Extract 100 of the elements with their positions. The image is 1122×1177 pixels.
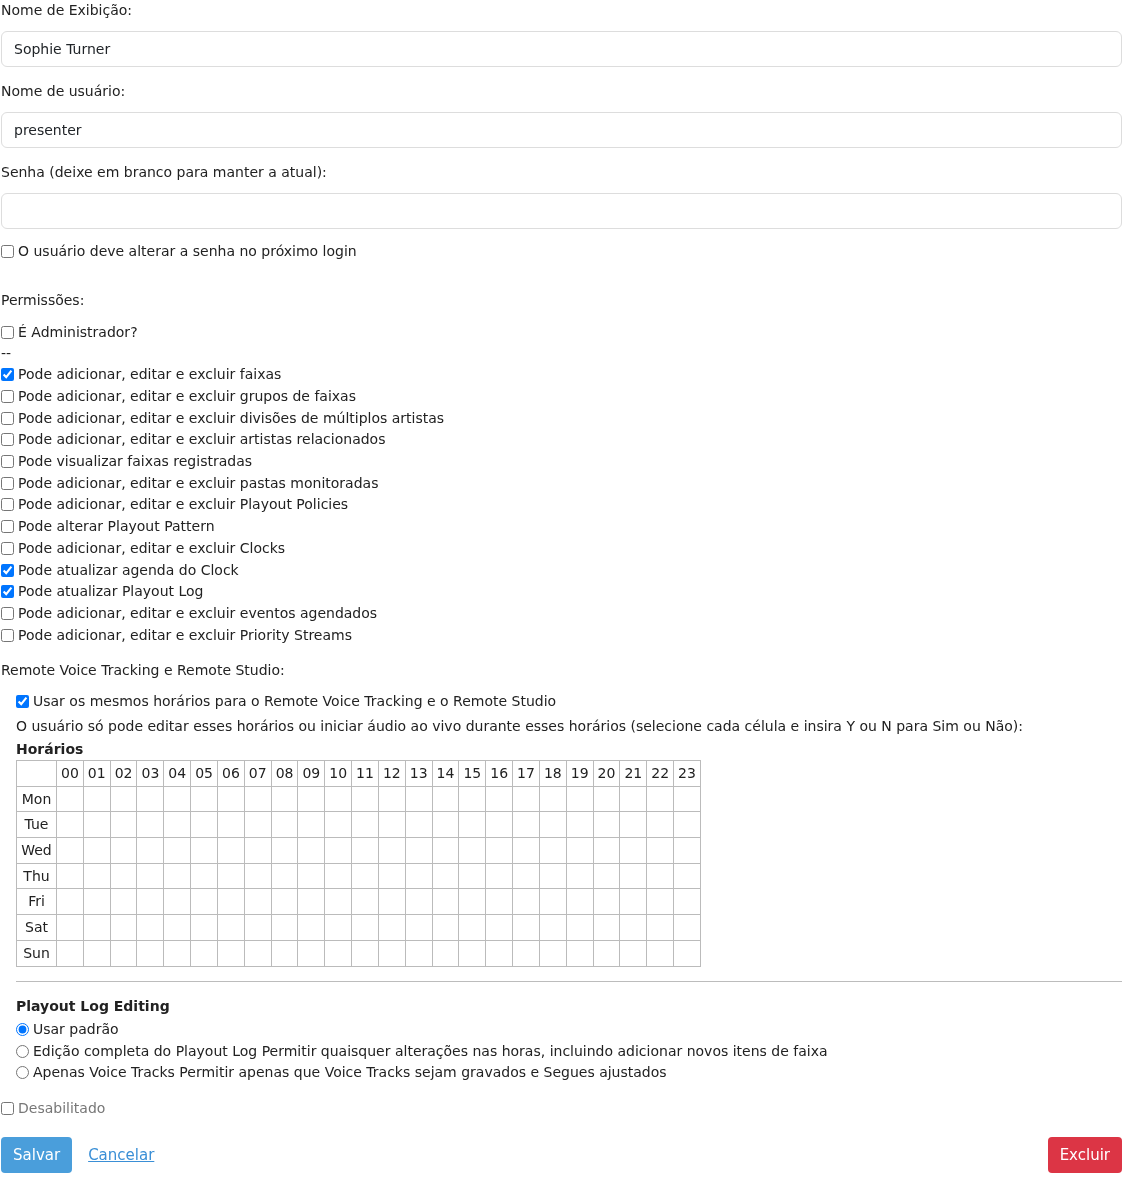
schedule-cell[interactable] [217, 837, 245, 864]
schedule-cell[interactable] [297, 863, 325, 889]
schedule-cell[interactable] [83, 940, 111, 966]
checkbox[interactable] [1, 606, 14, 620]
schedule-cell[interactable] [593, 786, 620, 812]
schedule-cell[interactable] [593, 863, 620, 889]
checkbox[interactable] [1, 390, 14, 404]
schedule-cell[interactable] [271, 940, 298, 966]
schedule-cell[interactable] [137, 940, 164, 966]
schedule-cell[interactable] [458, 940, 486, 966]
schedule-cell[interactable] [673, 786, 701, 812]
schedule-cell[interactable] [351, 786, 379, 812]
schedule-cell[interactable] [271, 837, 298, 864]
checkbox[interactable] [1, 326, 14, 339]
schedule-cell[interactable] [110, 888, 137, 915]
schedule-cell[interactable] [512, 863, 540, 889]
schedule-cell[interactable] [163, 786, 191, 812]
schedule-cell[interactable] [432, 811, 459, 838]
schedule-cell[interactable] [485, 811, 513, 838]
schedule-cell[interactable] [619, 786, 647, 812]
checkbox[interactable] [1, 368, 14, 382]
cancel-link[interactable]: Cancelar [88, 1143, 155, 1167]
schedule-cell[interactable] [405, 914, 433, 941]
schedule-cell[interactable] [378, 940, 406, 966]
schedule-cell[interactable] [110, 786, 137, 812]
schedule-cell[interactable] [244, 786, 272, 812]
schedule-cell[interactable] [673, 914, 701, 941]
schedule-cell[interactable] [271, 914, 298, 941]
schedule-cell[interactable] [271, 888, 298, 915]
schedule-cell[interactable] [163, 888, 191, 915]
schedule-cell[interactable] [271, 863, 298, 889]
schedule-cell[interactable] [297, 811, 325, 838]
schedule-cell[interactable] [378, 888, 406, 915]
delete-button[interactable]: Excluir [1047, 1136, 1122, 1174]
checkbox[interactable] [1, 498, 14, 512]
schedule-cell[interactable] [324, 811, 352, 838]
schedule-cell[interactable] [163, 811, 191, 838]
schedule-cell[interactable] [217, 940, 245, 966]
schedule-cell[interactable] [137, 863, 164, 889]
schedule-cell[interactable] [217, 914, 245, 941]
schedule-cell[interactable] [432, 786, 459, 812]
schedule-cell[interactable] [593, 837, 620, 864]
schedule-cell[interactable] [324, 914, 352, 941]
schedule-cell[interactable] [673, 888, 701, 915]
schedule-cell[interactable] [646, 888, 674, 915]
schedule-cell[interactable] [432, 837, 459, 864]
schedule-cell[interactable] [566, 863, 594, 889]
schedule-cell[interactable] [566, 888, 594, 915]
schedule-cell[interactable] [512, 811, 540, 838]
schedule-cell[interactable] [110, 837, 137, 864]
schedule-cell[interactable] [163, 837, 191, 864]
schedule-cell[interactable] [351, 914, 379, 941]
input-field[interactable]: presenter [1, 112, 1122, 148]
schedule-cell[interactable] [217, 786, 245, 812]
schedule-cell[interactable] [432, 914, 459, 941]
schedule-cell[interactable] [378, 811, 406, 838]
schedule-cell[interactable] [566, 837, 594, 864]
schedule-cell[interactable] [485, 914, 513, 941]
schedule-cell[interactable] [217, 863, 245, 889]
schedule-cell[interactable] [324, 940, 352, 966]
schedule-cell[interactable] [458, 837, 486, 864]
schedule-cell[interactable] [190, 914, 218, 941]
schedule-cell[interactable] [163, 940, 191, 966]
schedule-cell[interactable] [539, 863, 567, 889]
schedule-cell[interactable] [110, 863, 137, 889]
schedule-cell[interactable] [83, 811, 111, 838]
schedule-cell[interactable] [512, 786, 540, 812]
schedule-cell[interactable] [458, 811, 486, 838]
schedule-cell[interactable] [673, 940, 701, 966]
schedule-cell[interactable] [56, 786, 84, 812]
schedule-cell[interactable] [539, 837, 567, 864]
schedule-cell[interactable] [244, 888, 272, 915]
schedule-cell[interactable] [190, 811, 218, 838]
schedule-cell[interactable] [378, 837, 406, 864]
schedule-cell[interactable] [485, 888, 513, 915]
schedule-cell[interactable] [673, 863, 701, 889]
checkbox[interactable] [1, 476, 14, 490]
schedule-cell[interactable] [378, 786, 406, 812]
schedule-cell[interactable] [539, 888, 567, 915]
schedule-cell[interactable] [137, 914, 164, 941]
schedule-cell[interactable] [432, 863, 459, 889]
schedule-cell[interactable] [56, 888, 84, 915]
schedule-cell[interactable] [458, 914, 486, 941]
schedule-cell[interactable] [56, 837, 84, 864]
schedule-cell[interactable] [244, 914, 272, 941]
save-button[interactable]: Salvar [1, 1136, 73, 1174]
schedule-cell[interactable] [539, 811, 567, 838]
schedule-cell[interactable] [646, 863, 674, 889]
schedule-cell[interactable] [593, 940, 620, 966]
schedule-cell[interactable] [83, 863, 111, 889]
schedule-cell[interactable] [566, 786, 594, 812]
schedule-cell[interactable] [297, 786, 325, 812]
schedule-cell[interactable] [485, 786, 513, 812]
checkbox[interactable] [1, 520, 14, 534]
radio-button[interactable] [16, 1044, 29, 1058]
checkbox[interactable] [1, 563, 14, 577]
schedule-cell[interactable] [271, 811, 298, 838]
schedule-cell[interactable] [539, 914, 567, 941]
checkbox[interactable] [1, 455, 14, 469]
schedule-cell[interactable] [244, 837, 272, 864]
